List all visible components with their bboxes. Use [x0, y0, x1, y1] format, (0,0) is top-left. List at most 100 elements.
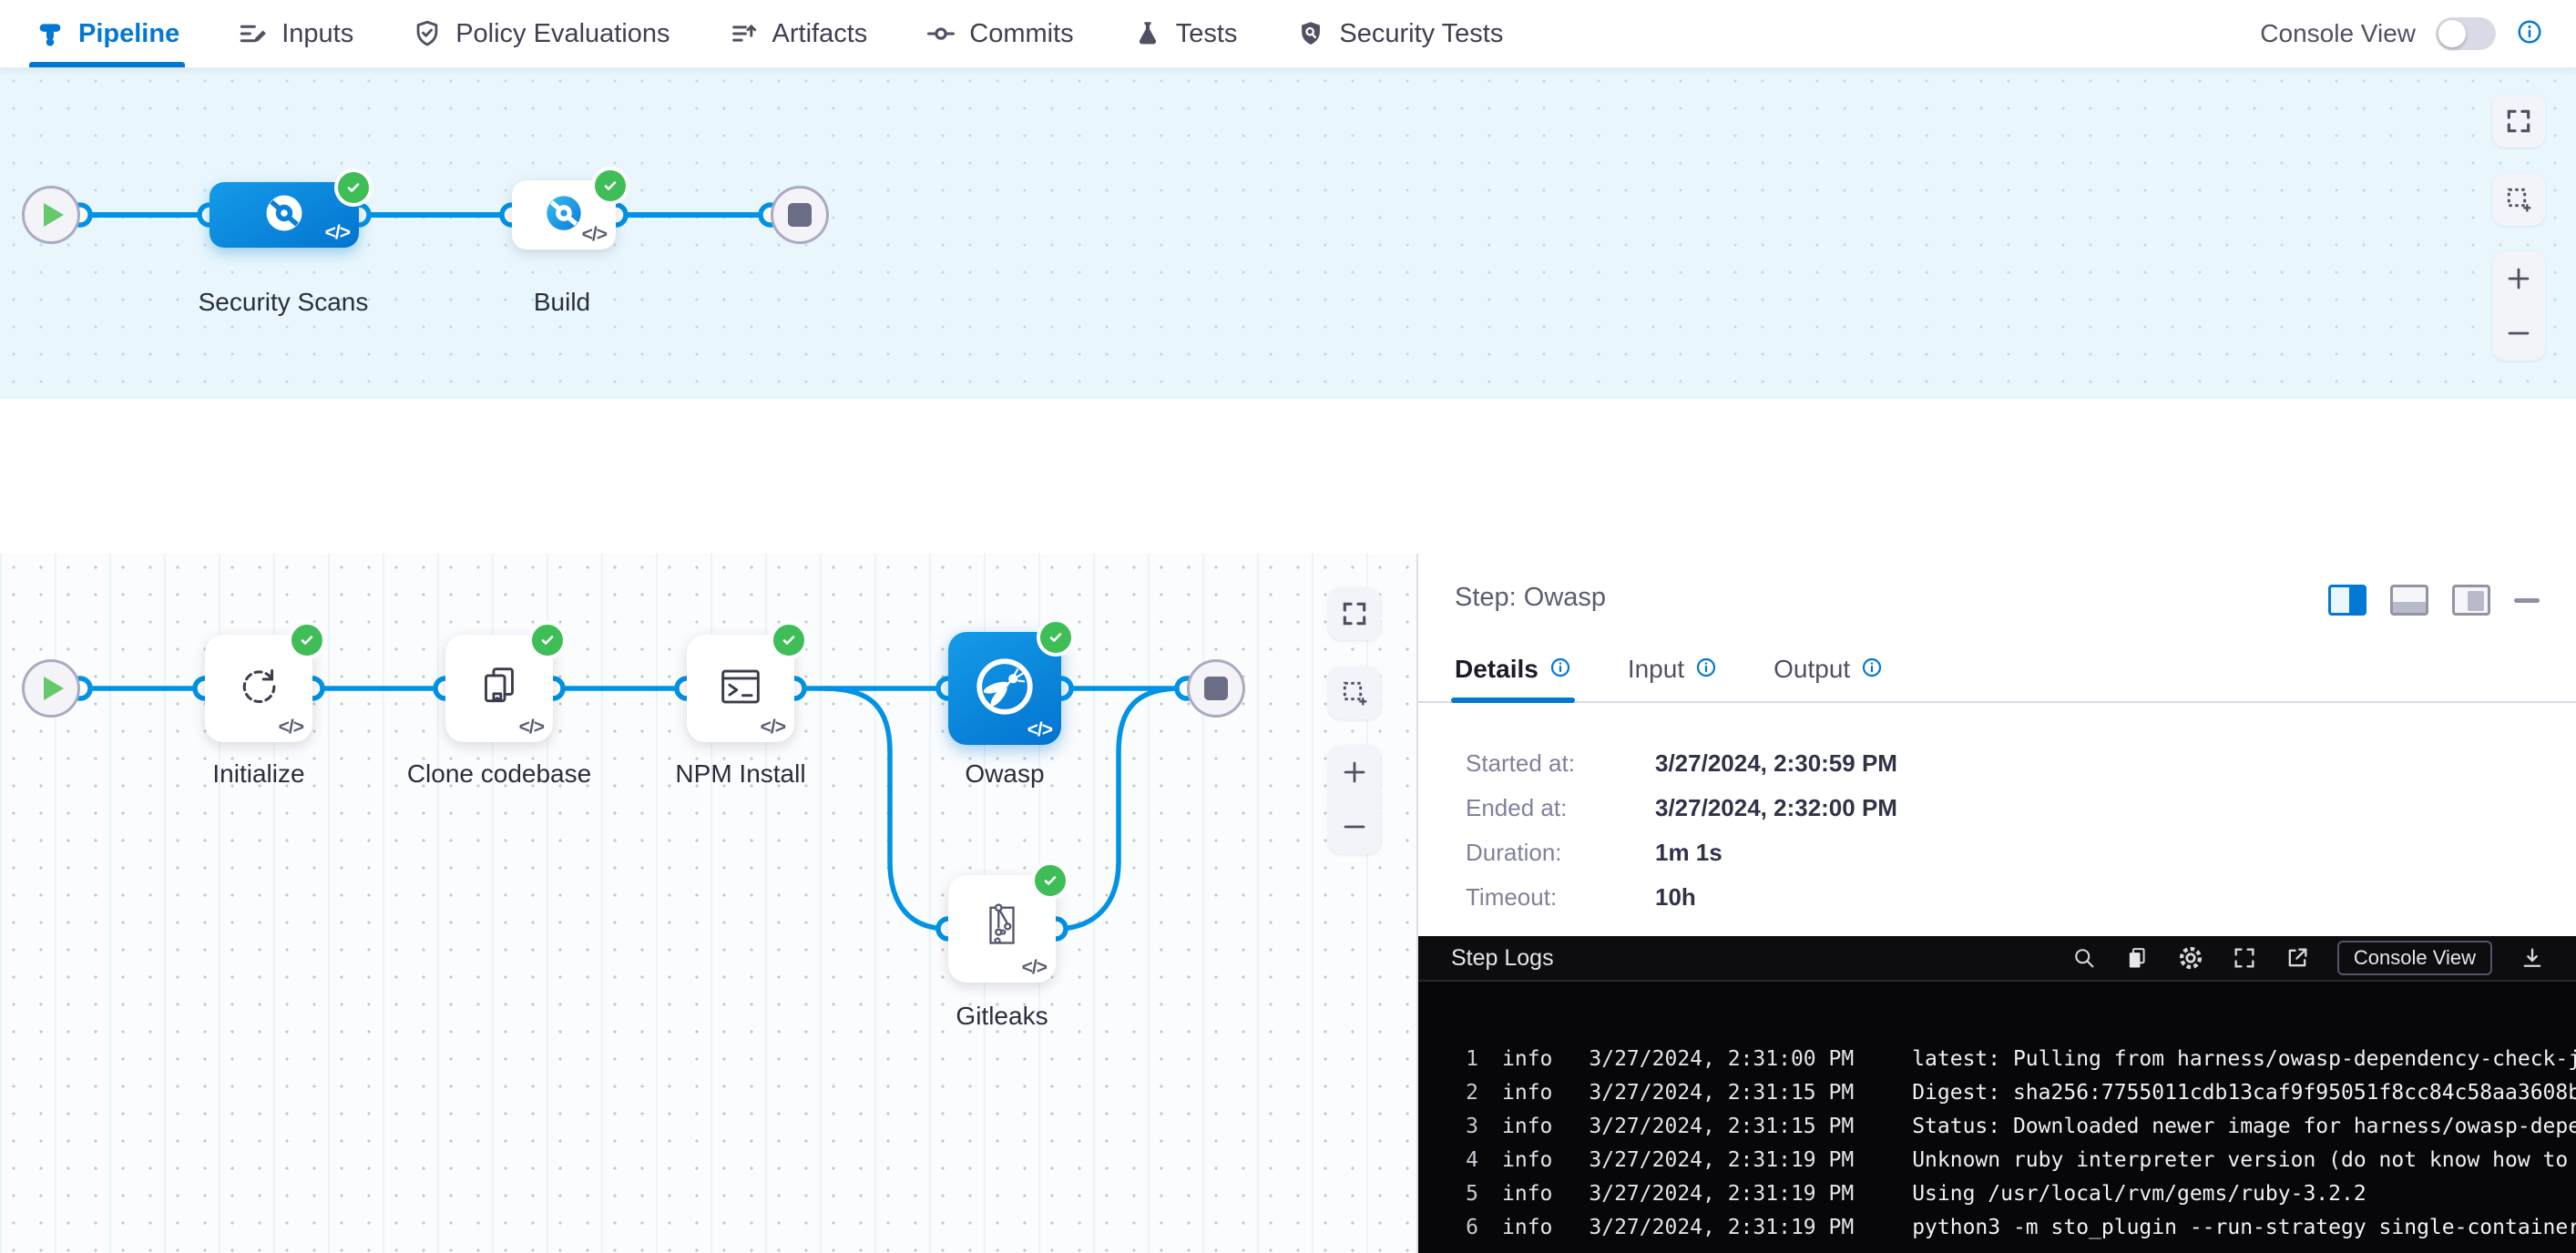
step-end-node[interactable]	[1187, 659, 1245, 718]
right-view-icon[interactable]	[2452, 585, 2490, 616]
search-icon[interactable]	[2071, 945, 2097, 971]
stop-icon	[788, 203, 812, 227]
detail-row: Duration:1m 1s	[1466, 830, 1897, 875]
success-badge	[770, 621, 808, 659]
commit-icon	[925, 18, 956, 49]
open-external-icon[interactable]	[2285, 945, 2310, 971]
step-node-gitleaks[interactable]: </>	[948, 875, 1056, 983]
log-line-number: 1	[1451, 1047, 1478, 1071]
tab-commits[interactable]: Commits	[925, 0, 1073, 67]
zoom-out-button[interactable]	[1328, 800, 1381, 853]
step-start-node[interactable]	[22, 659, 80, 718]
expand-icon[interactable]	[2232, 945, 2257, 971]
settings-gear-icon[interactable]	[2177, 944, 2204, 972]
step-node-initialize[interactable]: </>	[205, 635, 312, 742]
tab-inputs[interactable]: Inputs	[238, 0, 353, 67]
tab-output[interactable]: Output	[1774, 637, 1883, 701]
info-icon[interactable]	[1549, 657, 1571, 683]
stage-label: Security Scans	[128, 288, 438, 317]
log-level: info	[1502, 1115, 1552, 1138]
play-icon	[44, 677, 64, 700]
step-panel-title: Step: Owasp	[1455, 583, 1606, 613]
step-node-npm-install[interactable]: </>	[687, 635, 794, 742]
log-lines[interactable]: 1info3/27/2024, 2:31:00 PMlatest: Pullin…	[1418, 982, 2576, 1253]
zoom-in-button[interactable]	[2492, 252, 2545, 305]
log-message: Using /usr/local/rvm/gems/ruby-3.2.2	[1912, 1182, 2366, 1206]
bottom-view-icon[interactable]	[2390, 585, 2428, 616]
flask-icon	[1132, 18, 1163, 49]
step-node-owasp[interactable]: </>	[948, 632, 1061, 745]
marquee-select-button[interactable]	[1328, 667, 1381, 719]
split-view-icon[interactable]	[2328, 585, 2366, 616]
tab-label: Tests	[1176, 19, 1238, 49]
log-message: latest: Pulling from harness/owasp-depen…	[1912, 1047, 2576, 1071]
marquee-select-button[interactable]	[2492, 173, 2545, 226]
log-line: 3info3/27/2024, 2:31:15 PMStatus: Downlo…	[1418, 1109, 2576, 1143]
info-icon[interactable]	[1695, 657, 1717, 683]
stage-graph-canvas[interactable]: </> </> Security Scans Build	[0, 67, 2576, 399]
log-level: info	[1502, 1148, 1552, 1172]
code-glyph: </>	[582, 224, 607, 246]
tab-label: Commits	[969, 19, 1073, 49]
success-badge	[288, 621, 326, 659]
minimize-panel-icon[interactable]	[2514, 598, 2540, 603]
terminal-icon	[714, 660, 767, 718]
log-message: Status: Downloaded newer image for harne…	[1912, 1115, 2576, 1138]
code-glyph: </>	[1022, 957, 1047, 979]
success-badge	[334, 168, 373, 207]
fit-to-screen-button[interactable]	[1328, 587, 1381, 640]
pipeline-icon	[35, 18, 66, 49]
step-node-clone-codebase[interactable]: </>	[445, 635, 553, 742]
log-line-number: 3	[1451, 1115, 1478, 1138]
zoom-in-button[interactable]	[1328, 746, 1381, 799]
stage-node-security-scans[interactable]: </>	[210, 182, 359, 248]
code-glyph: </>	[1027, 719, 1052, 741]
tab-pipeline[interactable]: Pipeline	[35, 0, 179, 67]
stage-start-node[interactable]	[22, 186, 80, 244]
detail-label: Started at:	[1466, 749, 1655, 778]
download-icon[interactable]	[2520, 945, 2545, 971]
detail-label: Duration:	[1466, 839, 1655, 867]
step-label: NPM Install	[586, 759, 895, 789]
tab-label: Policy Evaluations	[455, 19, 670, 49]
code-glyph: </>	[761, 717, 785, 739]
log-line: 5info3/27/2024, 2:31:19 PMUsing /usr/loc…	[1418, 1177, 2576, 1210]
console-view-toggle[interactable]	[2436, 17, 2496, 50]
log-message: Digest: sha256:7755011cdb13caf9f95051f8c…	[1912, 1081, 2576, 1105]
fit-to-screen-button[interactable]	[2492, 95, 2545, 148]
initialize-icon	[233, 661, 284, 717]
tab-label: Pipeline	[78, 19, 179, 49]
log-level: info	[1502, 1047, 1552, 1071]
inputs-icon	[238, 18, 269, 49]
stage-node-build[interactable]: </>	[512, 180, 616, 250]
tab-policy-evaluations[interactable]: Policy Evaluations	[412, 0, 670, 67]
tab-label: Output	[1774, 655, 1850, 684]
log-message: Unknown ruby interpreter version (do not…	[1912, 1148, 2576, 1172]
log-timestamp: 3/27/2024, 2:31:19 PM	[1589, 1148, 1854, 1172]
step-detail-rows: Started at:3/27/2024, 2:30:59 PM Ended a…	[1466, 741, 1897, 920]
detail-row: Ended at:3/27/2024, 2:32:00 PM	[1466, 786, 1897, 830]
tab-security-tests[interactable]: Security Tests	[1295, 0, 1503, 67]
fill	[2468, 591, 2484, 611]
tab-artifacts[interactable]: Artifacts	[729, 0, 868, 67]
copy-icon[interactable]	[2124, 945, 2150, 971]
step-logs-header: Step Logs Console View	[1418, 936, 2576, 982]
stage-info-strip: Security Scans Started at: 3/27/2024, 2:…	[0, 399, 2576, 555]
tab-tests[interactable]: Tests	[1132, 0, 1238, 67]
step-label: Owasp	[850, 759, 1160, 789]
detail-value: 3/27/2024, 2:30:59 PM	[1655, 749, 1897, 778]
tab-details[interactable]: Details	[1455, 637, 1571, 701]
step-panel-tabs: Details Input Output	[1418, 637, 2576, 703]
stage-end-node[interactable]	[771, 186, 829, 244]
info-icon[interactable]	[2516, 18, 2543, 50]
detail-value: 1m 1s	[1655, 839, 1722, 867]
detail-value: 3/27/2024, 2:32:00 PM	[1655, 794, 1897, 822]
info-icon[interactable]	[1861, 657, 1883, 683]
zoom-out-button[interactable]	[2492, 307, 2545, 360]
tab-input[interactable]: Input	[1628, 637, 1717, 701]
step-graph-canvas[interactable]: </> </> </> </> </> Initialize Clone cod…	[0, 554, 1418, 1253]
build-stage-icon	[541, 190, 587, 240]
console-view-button[interactable]: Console View	[2337, 941, 2492, 975]
owasp-icon	[971, 653, 1038, 725]
log-level: info	[1502, 1081, 1552, 1105]
